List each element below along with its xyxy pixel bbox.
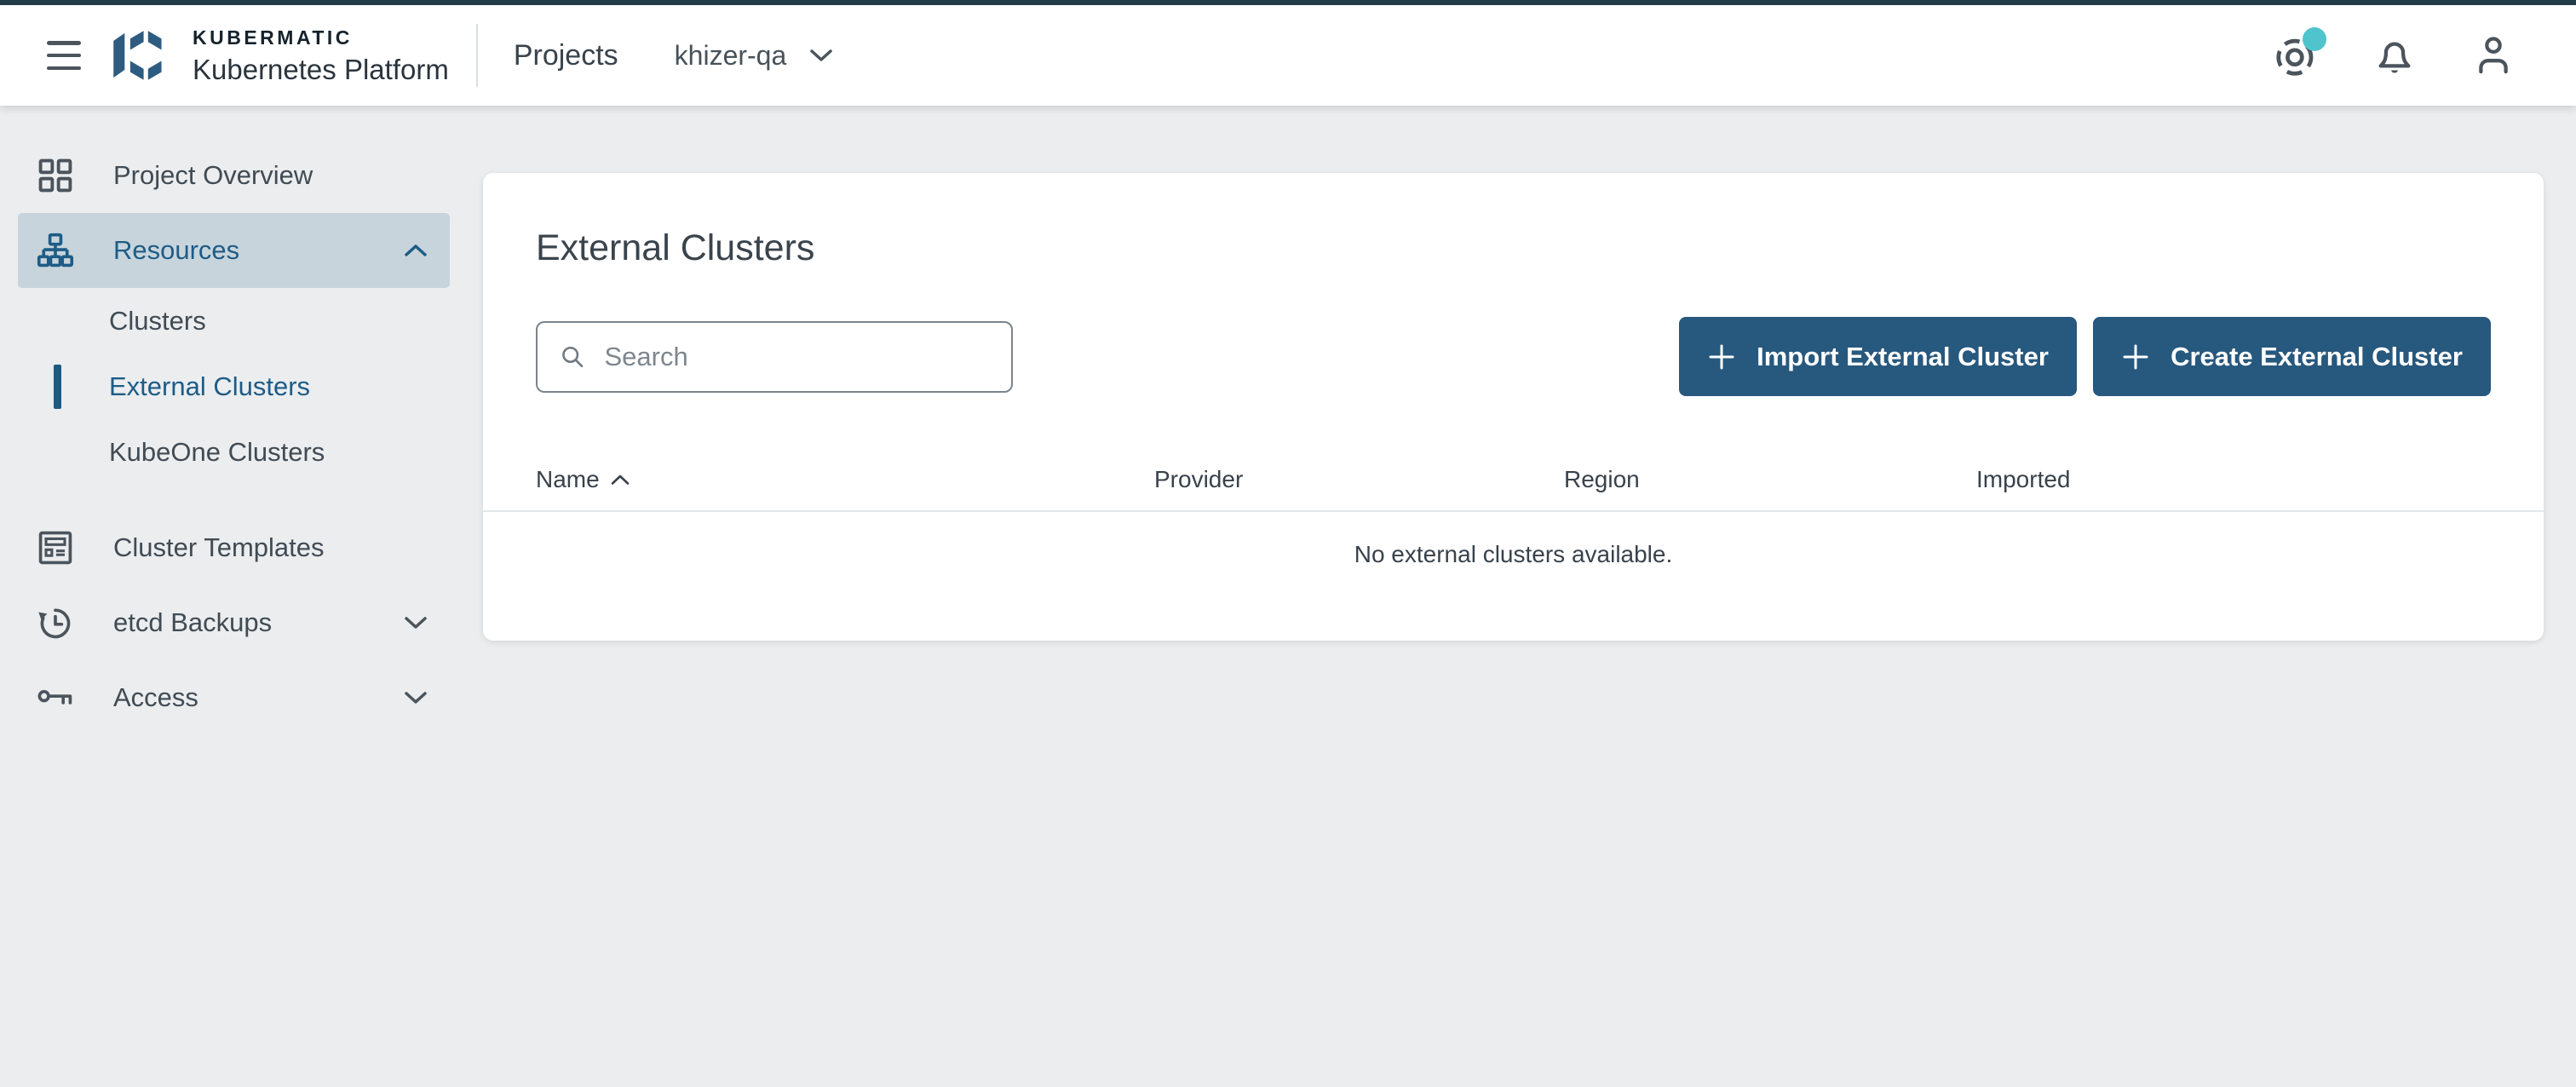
column-label: Imported xyxy=(1976,466,2071,492)
sidebar-item-label: Access xyxy=(113,682,198,712)
sidebar-item-label: Cluster Templates xyxy=(113,532,325,562)
column-header-imported: Imported xyxy=(1976,466,2491,493)
notifications-bell-icon[interactable] xyxy=(2372,32,2418,78)
plus-icon xyxy=(1709,344,1734,369)
page-title: External Clusters xyxy=(536,227,815,268)
column-label: Region xyxy=(1564,466,1640,492)
chevron-down-icon xyxy=(810,49,833,61)
column-header-name[interactable]: Name xyxy=(536,466,1154,493)
sidebar-item-project-overview[interactable]: Project Overview xyxy=(18,138,450,213)
history-clock-icon xyxy=(37,604,74,641)
toolbar: Import External Cluster Create External … xyxy=(536,317,2491,396)
import-external-cluster-button[interactable]: Import External Cluster xyxy=(1679,317,2077,396)
sidebar: Project Overview Resources Clusters Exte… xyxy=(0,106,451,1087)
column-label: Provider xyxy=(1154,466,1244,492)
project-selector[interactable]: khizer-qa xyxy=(675,40,835,72)
empty-state-message: No external clusters available. xyxy=(1354,541,1673,567)
sidebar-item-access[interactable]: Access xyxy=(18,660,450,735)
table-divider xyxy=(483,510,2544,512)
sidebar-item-label: External Clusters xyxy=(109,371,311,401)
brand-logo[interactable]: KUBERMATIC Kubernetes Platform xyxy=(109,27,449,83)
sidebar-item-external-clusters[interactable]: External Clusters xyxy=(18,354,450,419)
kubermatic-logo-icon xyxy=(113,31,162,80)
column-header-provider: Provider xyxy=(1154,466,1564,493)
help-changelog-icon[interactable] xyxy=(2273,27,2326,78)
key-icon xyxy=(37,679,74,716)
menu-hamburger-icon[interactable] xyxy=(47,41,81,70)
search-input[interactable] xyxy=(604,341,989,372)
header-icons xyxy=(2273,27,2516,78)
chevron-up-icon xyxy=(404,244,428,257)
active-item-indicator xyxy=(54,364,61,409)
external-clusters-card: External Clusters Import External Cluste… xyxy=(483,173,2544,641)
plus-icon xyxy=(2123,344,2148,369)
user-account-icon[interactable] xyxy=(2470,32,2516,78)
sidebar-section-gap xyxy=(0,485,451,510)
brand-title: KUBERMATIC xyxy=(193,26,353,49)
sidebar-item-label: Resources xyxy=(113,235,240,265)
template-document-icon xyxy=(37,529,74,567)
sidebar-item-cluster-templates[interactable]: Cluster Templates xyxy=(18,510,450,585)
app-header: KUBERMATIC Kubernetes Platform Projects … xyxy=(0,0,2576,106)
button-label: Import External Cluster xyxy=(1757,341,2049,371)
header-divider xyxy=(475,24,478,87)
notification-badge-dot xyxy=(2303,27,2326,51)
column-label: Name xyxy=(536,466,600,492)
sidebar-item-label: Project Overview xyxy=(113,160,313,190)
sidebar-item-kubeone-clusters[interactable]: KubeOne Clusters xyxy=(18,419,450,485)
create-external-cluster-button[interactable]: Create External Cluster xyxy=(2093,317,2491,396)
projects-label: Projects xyxy=(513,38,618,72)
sidebar-item-label: etcd Backups xyxy=(113,607,273,637)
project-selector-value: khizer-qa xyxy=(674,39,787,71)
sidebar-item-resources[interactable]: Resources xyxy=(18,213,450,288)
search-icon xyxy=(562,346,584,367)
sitemap-icon xyxy=(37,232,74,269)
sort-ascending-icon xyxy=(611,474,630,485)
table-header-row: Name Provider Region Imported xyxy=(483,449,2544,510)
chevron-down-icon xyxy=(404,616,428,630)
dashboard-grid-icon xyxy=(37,157,74,194)
sidebar-item-label: KubeOne Clusters xyxy=(109,436,325,467)
column-header-region: Region xyxy=(1564,466,1976,493)
sidebar-item-etcd-backups[interactable]: etcd Backups xyxy=(18,585,450,660)
brand-subtitle: Kubernetes Platform xyxy=(193,53,449,85)
button-label: Create External Cluster xyxy=(2171,341,2463,371)
search-box[interactable] xyxy=(536,320,1013,393)
chevron-down-icon xyxy=(404,691,428,705)
sidebar-item-clusters[interactable]: Clusters xyxy=(18,288,450,354)
sidebar-item-label: Clusters xyxy=(109,305,206,336)
